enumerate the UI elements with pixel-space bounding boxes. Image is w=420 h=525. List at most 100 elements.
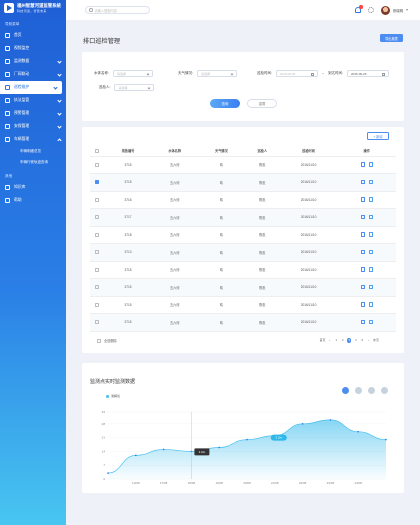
row-checkbox[interactable] [95, 162, 100, 167]
delete-icon[interactable] [368, 284, 373, 289]
user-name: 张晓明 [392, 8, 403, 13]
row-checkbox[interactable] [95, 250, 100, 255]
row-checkbox-cell [90, 313, 105, 332]
end-date-field[interactable]: 2016-06-26 [347, 70, 390, 77]
edit-icon[interactable] [360, 162, 365, 167]
data-point[interactable] [329, 419, 332, 421]
row-checkbox[interactable] [95, 215, 100, 220]
add-button[interactable]: + 新增 [367, 132, 389, 140]
delete-icon[interactable] [368, 162, 373, 167]
select-all-checkbox[interactable] [97, 338, 101, 343]
row-checkbox[interactable] [95, 232, 100, 237]
column-header[interactable]: 排放编号 [104, 146, 152, 157]
query-button[interactable]: 查询 [210, 99, 240, 108]
bell-icon[interactable] [354, 5, 363, 13]
select-all[interactable]: 全选删除 [97, 338, 117, 343]
data-point[interactable] [246, 438, 248, 441]
pager-prev-icon[interactable]: ‹ [327, 338, 332, 343]
cell-no: 3718 [104, 226, 152, 244]
pager-page[interactable]: 3 [346, 338, 352, 343]
person-select[interactable]: 请选择 [114, 84, 155, 91]
sidebar-item-5[interactable]: 执法监管 [0, 94, 66, 107]
pager-first[interactable]: 首页 [319, 338, 325, 342]
sidebar-item-8[interactable]: 车辆管理 [0, 133, 66, 146]
delete-icon[interactable] [368, 214, 373, 219]
sidebar-item-1[interactable]: 视频监控 [0, 42, 66, 55]
data-point[interactable] [135, 454, 137, 457]
pager-page[interactable]: 2 [340, 338, 345, 343]
app-logo[interactable]: 福州智慧河道监管系统 科技河道，智慧未来 [0, 0, 66, 16]
sidebar-item-3[interactable]: 厂网联动 [0, 68, 66, 81]
table-row[interactable]: 3715 五六河晴陈忠 2016/11/10 [90, 261, 396, 279]
pager-page[interactable]: 4 [353, 338, 358, 343]
data-point[interactable] [107, 472, 109, 474]
weather-select[interactable]: 请选择 [196, 70, 237, 77]
table-row[interactable]: 3717 五六河晴陈忠 2016/11/10 [90, 208, 396, 227]
sidebar-subitem[interactable]: 车辆明细总览 [0, 146, 66, 157]
edit-icon[interactable] [360, 197, 365, 202]
pager-page[interactable]: 1 [334, 338, 339, 343]
delete-icon[interactable] [368, 302, 373, 307]
row-checkbox[interactable] [95, 285, 100, 290]
start-date-field[interactable]: 2016-06-26 [275, 70, 318, 77]
sidebar-item-4[interactable]: 巡检维护 [0, 81, 62, 94]
row-checkbox[interactable] [95, 197, 100, 202]
column-header[interactable]: 巡检人 [244, 146, 280, 157]
data-point[interactable] [218, 446, 220, 449]
sidebar-other-0[interactable]: 知识库 [0, 181, 66, 194]
edit-icon[interactable] [360, 232, 365, 237]
column-header[interactable]: 巡检时间 [279, 146, 338, 157]
gear-icon[interactable] [367, 7, 374, 13]
data-point[interactable] [385, 438, 387, 441]
column-header[interactable]: 水体名称 [151, 146, 199, 157]
table-row[interactable]: 3715 五六河晴陈忠 2016/11/10 [90, 296, 396, 314]
data-point[interactable] [162, 448, 165, 451]
edit-icon[interactable] [360, 284, 365, 289]
table-row[interactable]: 3718 五六河晴陈忠 2016/11/10 [90, 226, 396, 244]
sidebar-item-7[interactable]: 安保管理 [0, 120, 66, 133]
water-select[interactable]: 请选择 [112, 70, 153, 77]
header-checkbox[interactable] [95, 148, 100, 153]
row-checkbox[interactable] [95, 180, 100, 185]
sidebar-item-2[interactable]: 监测数据 [0, 55, 66, 68]
delete-icon[interactable] [368, 319, 373, 324]
data-point[interactable] [357, 430, 360, 433]
reset-button[interactable]: 重置 [247, 99, 277, 108]
sidebar-item-6[interactable]: 预警管理 [0, 107, 66, 120]
export-button[interactable]: 导出报表 [380, 34, 403, 42]
table-row[interactable]: 3715 五六河晴陈忠 2016/11/10 [90, 313, 396, 332]
sidebar-subitem[interactable]: 车辆行驶轨迹查询 [0, 157, 66, 168]
pager-page[interactable]: 5 [360, 338, 365, 343]
search-input[interactable]: 请输入搜索内容 [85, 6, 150, 14]
notification-badge [359, 5, 363, 9]
edit-icon[interactable] [360, 249, 365, 254]
edit-icon[interactable] [360, 267, 365, 272]
table-row[interactable]: 3716 五六河晴陈忠 2016/11/10 [90, 191, 396, 209]
table-row[interactable]: 3715 五六河晴陈忠 2016/11/10 [90, 278, 396, 297]
cell-date: 2016/11/10 [279, 296, 338, 314]
sidebar-other-1[interactable]: 帮助 [0, 194, 66, 207]
delete-icon[interactable] [368, 249, 373, 254]
delete-icon[interactable] [368, 197, 373, 202]
edit-icon[interactable] [360, 179, 365, 184]
column-header[interactable]: 天气情况 [198, 146, 245, 157]
table-row[interactable]: 3713 五六河晴陈忠 2016/11/10 [90, 243, 396, 262]
delete-icon[interactable] [368, 179, 373, 184]
edit-icon[interactable] [360, 319, 365, 324]
row-checkbox[interactable] [95, 302, 100, 307]
pager-next-icon[interactable]: › [366, 338, 371, 343]
user-menu[interactable]: 张晓明 [380, 5, 408, 15]
edit-icon[interactable] [360, 214, 365, 219]
table-row[interactable]: 3715 五六河晴陈忠 2016/11/10 [90, 173, 396, 192]
row-checkbox[interactable] [95, 267, 100, 272]
pager-last[interactable]: 末页 [373, 338, 379, 342]
edit-icon[interactable] [360, 302, 365, 307]
delete-icon[interactable] [368, 267, 373, 272]
row-checkbox[interactable] [95, 320, 100, 325]
column-header[interactable]: 操作 [337, 146, 396, 157]
data-point[interactable] [301, 423, 304, 425]
delete-icon[interactable] [368, 232, 373, 237]
x-tick-label: 19/08 [215, 481, 223, 485]
table-row[interactable]: 3715 五六河晴陈忠 2016/11/10 [90, 156, 396, 174]
sidebar-item-0[interactable]: 首页 [0, 29, 66, 42]
